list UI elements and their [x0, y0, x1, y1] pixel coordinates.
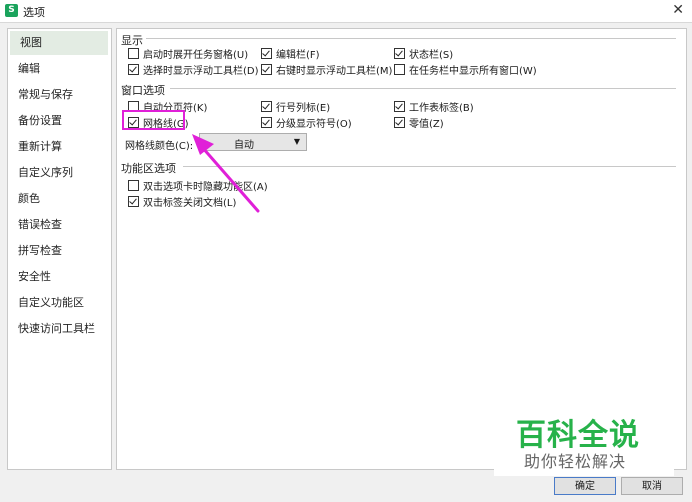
cancel-button[interactable]: 取消 — [621, 477, 683, 495]
watermark-subtitle: 助你轻松解决 — [524, 452, 627, 471]
watermark-logo: 百科全说 助你轻松解决 — [494, 404, 674, 476]
ok-button[interactable]: 确定 — [554, 477, 616, 495]
